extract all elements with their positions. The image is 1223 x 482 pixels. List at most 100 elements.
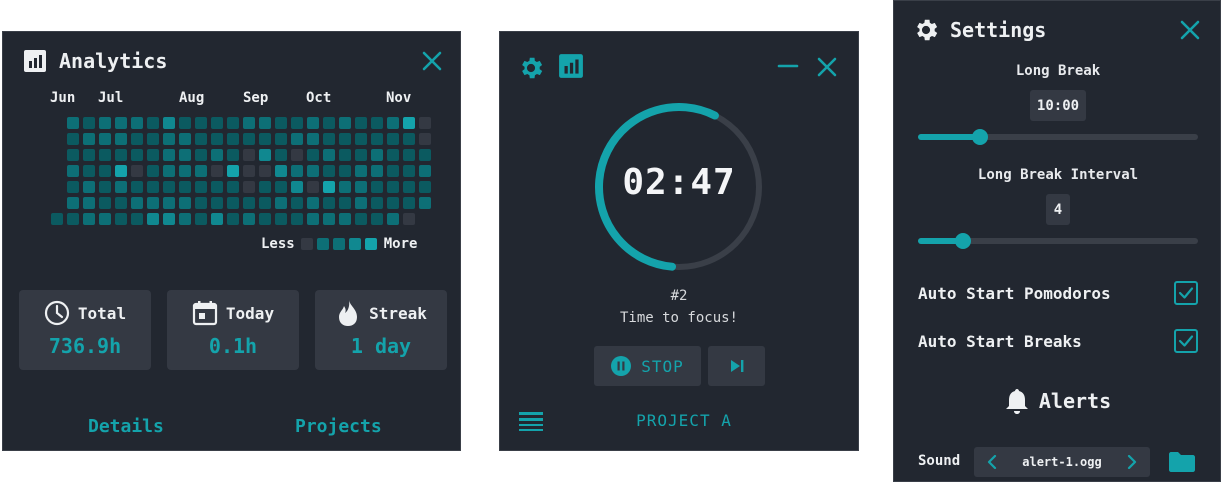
heatmap-cell — [115, 117, 127, 129]
toggle-label: Auto Start Pomodoros — [918, 283, 1111, 303]
heatmap-cell — [403, 213, 415, 225]
heatmap-cell — [339, 133, 351, 145]
month-label: Jun — [50, 90, 76, 106]
minimize-button[interactable] — [776, 54, 800, 78]
round-number: #2 — [670, 288, 688, 304]
skip-button[interactable] — [708, 346, 765, 386]
heatmap-cell — [227, 213, 239, 225]
long-break-interval-slider[interactable] — [918, 233, 1198, 249]
heatmap-cell — [403, 165, 415, 177]
heatmap-cell — [99, 181, 111, 193]
skip-icon — [730, 360, 743, 372]
auto-start-pomodoros-checkbox[interactable] — [1174, 281, 1198, 305]
bell-icon — [1005, 389, 1028, 414]
projects-link[interactable]: Projects — [295, 416, 382, 437]
heatmap-cell — [131, 133, 143, 145]
sound-value: alert-1.ogg — [1022, 455, 1102, 469]
heatmap-cell — [371, 197, 383, 209]
clock-icon — [44, 300, 70, 326]
analytics-header: Analytics — [23, 46, 167, 76]
heatmap-cell — [355, 149, 367, 161]
chevron-left-icon[interactable] — [986, 455, 998, 469]
heatmap-cell — [355, 197, 367, 209]
heatmap-cell — [275, 133, 287, 145]
alerts-section-header: Alerts — [894, 387, 1222, 415]
heatmap-cell — [291, 181, 303, 193]
settings-close-button[interactable] — [1177, 17, 1203, 43]
heatmap-cell — [115, 133, 127, 145]
details-link[interactable]: Details — [88, 416, 164, 437]
heatmap-cell — [291, 133, 303, 145]
heatmap-cell — [355, 133, 367, 145]
heatmap-cell — [323, 133, 335, 145]
heatmap-cell — [291, 197, 303, 209]
stop-label: STOP — [641, 356, 684, 376]
analytics-button[interactable] — [558, 53, 584, 79]
heatmap-cell — [195, 197, 207, 209]
month-label: Jul — [98, 90, 124, 106]
heatmap-cell — [179, 117, 191, 129]
heatmap-cell — [163, 197, 175, 209]
stop-button[interactable]: STOP — [594, 346, 701, 386]
heatmap-cell — [179, 197, 191, 209]
heatmap-cell — [147, 197, 159, 209]
auto-start-breaks-checkbox[interactable] — [1174, 329, 1198, 353]
sound-folder-button[interactable] — [1168, 451, 1196, 473]
stat-value: 736.9h — [48, 334, 122, 358]
slider-handle[interactable] — [954, 233, 971, 249]
heatmap-cell — [211, 149, 223, 161]
settings-button[interactable] — [516, 53, 546, 83]
close-icon — [817, 57, 837, 77]
heatmap-cell — [163, 133, 175, 145]
heatmap-cell — [195, 117, 207, 129]
heatmap-cell — [275, 197, 287, 209]
heatmap-cell — [67, 149, 79, 161]
heatmap-cell — [243, 181, 255, 193]
slider-handle[interactable] — [971, 129, 988, 145]
timer-time: 02:47 — [622, 162, 736, 203]
heatmap-cell — [419, 133, 431, 145]
heatmap-cell — [83, 181, 95, 193]
heatmap-cell — [323, 149, 335, 161]
heatmap-cell — [355, 181, 367, 193]
heatmap-cell — [387, 117, 399, 129]
heatmap-cell — [179, 181, 191, 193]
current-project[interactable]: PROJECT A — [500, 411, 860, 430]
alerts-title: Alerts — [1038, 389, 1112, 413]
timer-close-button[interactable] — [814, 54, 840, 80]
analytics-close-button[interactable] — [419, 48, 445, 74]
heatmap-cell — [323, 197, 335, 209]
long-break-slider[interactable] — [918, 129, 1198, 145]
heatmap-cell — [259, 165, 271, 177]
stat-card-total: Total 736.9h — [19, 290, 151, 370]
heatmap-cell — [147, 181, 159, 193]
month-label: Oct — [306, 90, 332, 106]
heatmap-cell — [115, 165, 127, 177]
heatmap-cell — [67, 117, 79, 129]
heatmap-cell — [243, 117, 255, 129]
heatmap-cell — [83, 133, 95, 145]
heatmap-cell — [211, 133, 223, 145]
heatmap-cell — [227, 117, 239, 129]
heatmap-cell — [339, 149, 351, 161]
heatmap-cell — [99, 117, 111, 129]
chevron-right-icon[interactable] — [1126, 455, 1138, 469]
heatmap-cell — [419, 197, 431, 209]
heatmap-cell — [147, 117, 159, 129]
long-break-interval-label: Long Break Interval — [977, 167, 1139, 183]
heatmap-cell — [259, 181, 271, 193]
heatmap-cell — [371, 213, 383, 225]
heatmap-cell — [243, 213, 255, 225]
heatmap-cell — [131, 213, 143, 225]
bar-chart-icon — [559, 54, 583, 78]
heatmap-cell — [115, 213, 127, 225]
close-icon — [422, 51, 442, 71]
heatmap-cell — [387, 165, 399, 177]
heatmap-cell — [195, 213, 207, 225]
heatmap-cell — [163, 213, 175, 225]
heatmap-cell — [51, 213, 63, 225]
heatmap-cell — [259, 133, 271, 145]
heatmap-cell — [355, 117, 367, 129]
heatmap-cell — [275, 149, 287, 161]
heatmap-cell — [291, 165, 303, 177]
